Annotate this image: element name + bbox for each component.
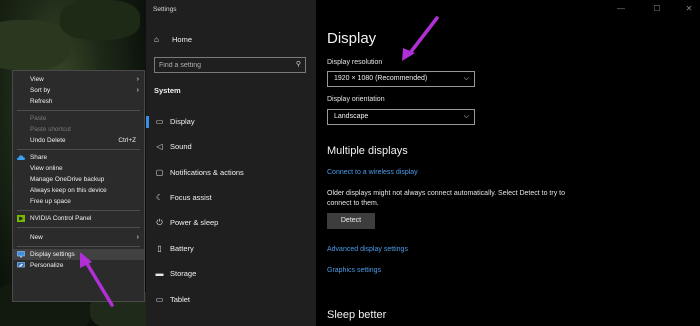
annotation-arrow xyxy=(408,16,439,55)
annotation-arrow xyxy=(84,260,114,307)
annotation-overlay xyxy=(80,16,439,307)
